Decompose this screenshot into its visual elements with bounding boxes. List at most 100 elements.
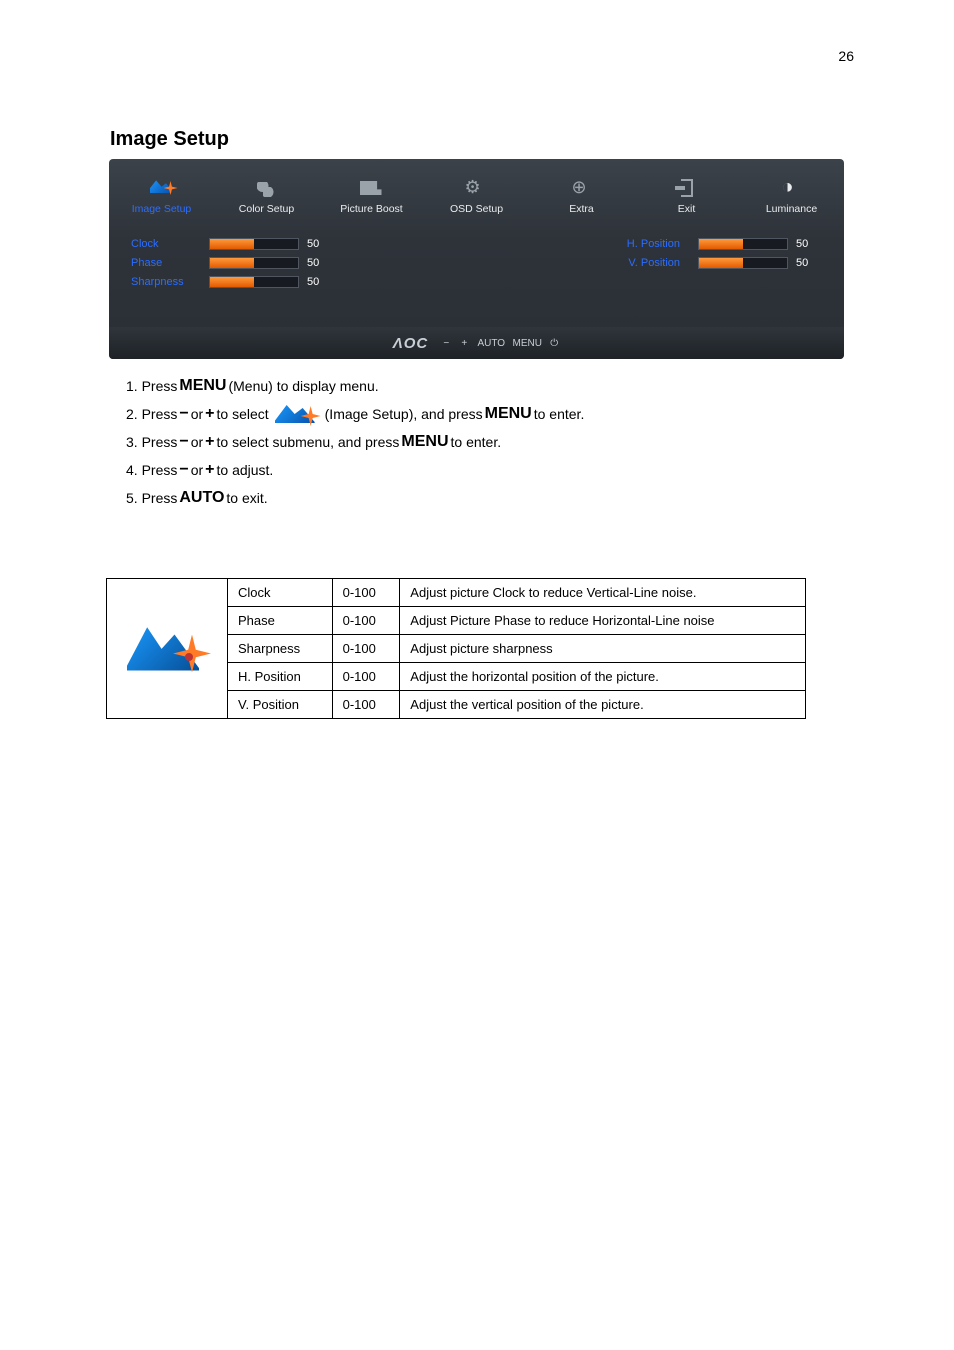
param-range: 0-100 — [332, 579, 400, 607]
slider-track[interactable] — [698, 238, 788, 250]
instr-text: to select submenu, and press — [217, 428, 400, 456]
osd-item-clock[interactable]: Clock 50 — [131, 238, 479, 250]
tab-label: Extra — [569, 203, 594, 215]
picture-boost-icon — [360, 179, 384, 199]
tab-label: Luminance — [766, 203, 817, 215]
instr-text: to select — [217, 400, 269, 428]
table-icon-cell — [107, 579, 228, 719]
extra-icon — [570, 179, 594, 199]
image-setup-icon — [127, 623, 207, 675]
param-range: 0-100 — [332, 607, 400, 635]
plus-button-label: + — [203, 428, 216, 456]
slider-track[interactable] — [209, 276, 299, 288]
param-desc: Adjust Picture Phase to reduce Horizonta… — [400, 607, 806, 635]
slider-track[interactable] — [209, 238, 299, 250]
slider-fill — [210, 239, 254, 249]
menu-button-label: MENU — [399, 428, 450, 456]
param-value: 50 — [796, 238, 826, 250]
param-label: H. Position — [479, 238, 699, 250]
osd-item-phase[interactable]: Phase 50 — [131, 257, 479, 269]
param-desc: Adjust picture sharpness — [400, 635, 806, 663]
plus-button-label: + — [203, 456, 216, 484]
slider-fill — [699, 239, 743, 249]
osd-item-hposition[interactable]: H. Position 50 — [479, 238, 827, 250]
page-number: 26 — [838, 48, 854, 64]
power-icon[interactable]: ⏻ — [548, 338, 560, 349]
plus-button-label: + — [203, 400, 216, 428]
tab-label: Image Setup — [132, 203, 192, 215]
param-label: Sharpness — [131, 276, 209, 288]
instr-text: (Image Setup), and press — [325, 400, 483, 428]
param-name: Sharpness — [228, 635, 333, 663]
image-setup-table: Clock 0-100 Adjust picture Clock to redu… — [106, 578, 806, 719]
instr-text: to exit. — [226, 484, 267, 512]
param-name: V. Position — [228, 691, 333, 719]
param-value: 50 — [796, 257, 826, 269]
tab-exit[interactable]: Exit — [634, 159, 739, 221]
param-desc: Adjust the vertical position of the pict… — [400, 691, 806, 719]
slider-track[interactable] — [698, 257, 788, 269]
tab-osd-setup[interactable]: OSD Setup — [424, 159, 529, 221]
param-range: 0-100 — [332, 663, 400, 691]
instr-text: or — [191, 428, 203, 456]
osd-panel: Image Setup Color Setup Picture Boost OS… — [109, 159, 844, 359]
param-name: H. Position — [228, 663, 333, 691]
exit-icon — [675, 179, 699, 199]
param-value: 50 — [307, 238, 337, 250]
section-title: Image Setup — [110, 128, 229, 151]
tab-label: Picture Boost — [340, 203, 402, 215]
param-label: V. Position — [479, 257, 699, 269]
auto-button-label: AUTO — [177, 484, 226, 512]
osd-item-vposition[interactable]: V. Position 50 — [479, 257, 827, 269]
instr-text: 2. Press — [126, 400, 177, 428]
instr-text: to enter. — [451, 428, 502, 456]
minus-button-label: − — [177, 456, 190, 484]
instr-text: 1. Press — [126, 372, 177, 400]
param-range: 0-100 — [332, 635, 400, 663]
param-name: Phase — [228, 607, 333, 635]
instr-text: to enter. — [534, 400, 585, 428]
tab-image-setup[interactable]: Image Setup — [109, 159, 214, 221]
param-desc: Adjust picture Clock to reduce Vertical-… — [400, 579, 806, 607]
image-setup-icon — [150, 179, 174, 199]
tab-label: Color Setup — [239, 203, 294, 215]
image-setup-icon — [275, 401, 319, 427]
osd-tab-bar: Image Setup Color Setup Picture Boost OS… — [109, 159, 844, 221]
param-value: 50 — [307, 257, 337, 269]
instr-text: (Menu) to display menu. — [228, 372, 378, 400]
footer-menu[interactable]: MENU — [512, 338, 542, 349]
minus-button-label: − — [177, 400, 190, 428]
brand-logo: ΛOC — [393, 335, 429, 352]
menu-button-label: MENU — [483, 400, 534, 428]
param-value: 50 — [307, 276, 337, 288]
param-desc: Adjust the horizontal position of the pi… — [400, 663, 806, 691]
tab-color-setup[interactable]: Color Setup — [214, 159, 319, 221]
instr-text: 3. Press — [126, 428, 177, 456]
slider-fill — [210, 277, 254, 287]
slider-fill — [210, 258, 254, 268]
tab-luminance[interactable]: Luminance — [739, 159, 844, 221]
tab-extra[interactable]: Extra — [529, 159, 634, 221]
osd-footer: ΛOC − + AUTO MENU ⏻ — [109, 327, 844, 359]
table-row: Clock 0-100 Adjust picture Clock to redu… — [107, 579, 806, 607]
instr-text: or — [191, 400, 203, 428]
luminance-icon — [780, 179, 804, 199]
slider-fill — [699, 258, 743, 268]
menu-button-label: MENU — [177, 372, 228, 400]
instructions-block: 1. Press MENU (Menu) to display menu. 2.… — [126, 372, 756, 512]
osd-item-sharpness[interactable]: Sharpness 50 — [131, 276, 479, 288]
instr-text: to adjust. — [217, 456, 274, 484]
tab-picture-boost[interactable]: Picture Boost — [319, 159, 424, 221]
footer-auto[interactable]: AUTO — [476, 338, 506, 349]
instr-text: 5. Press — [126, 484, 177, 512]
param-range: 0-100 — [332, 691, 400, 719]
param-name: Clock — [228, 579, 333, 607]
footer-minus[interactable]: − — [440, 338, 452, 349]
param-label: Clock — [131, 238, 209, 250]
tab-label: Exit — [678, 203, 696, 215]
minus-button-label: − — [177, 428, 190, 456]
slider-track[interactable] — [209, 257, 299, 269]
instr-text: 4. Press — [126, 456, 177, 484]
osd-setup-icon — [465, 179, 489, 199]
footer-plus[interactable]: + — [458, 338, 470, 349]
